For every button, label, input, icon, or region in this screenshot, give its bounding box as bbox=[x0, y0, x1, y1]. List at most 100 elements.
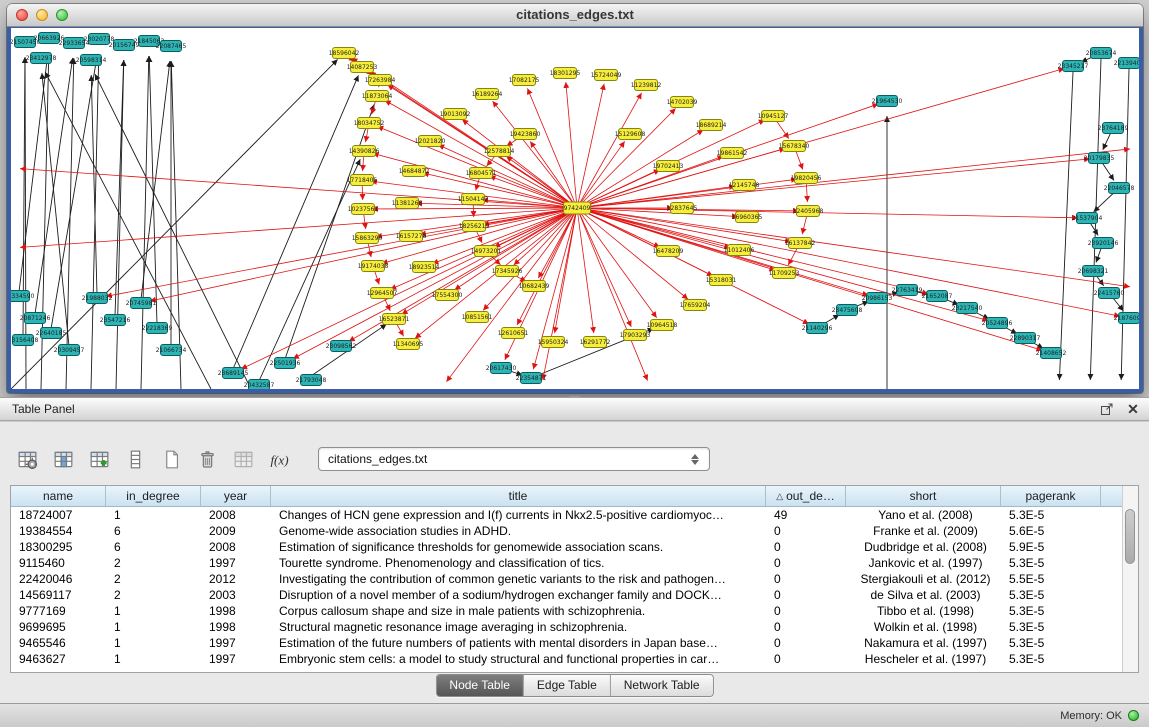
graph-node-yellow[interactable]: 17345926 bbox=[492, 266, 523, 277]
graph-edge-black[interactable] bbox=[66, 58, 74, 389]
graph-edge-red[interactable] bbox=[385, 100, 577, 208]
graph-edge-black[interactable] bbox=[116, 60, 124, 389]
table-selector-dropdown[interactable]: citations_edges.txt bbox=[318, 447, 710, 471]
graph-node-yellow[interactable]: 10964518 bbox=[647, 320, 678, 331]
graph-node-yellow[interactable]: 15678340 bbox=[779, 141, 810, 152]
new-table-icon[interactable] bbox=[158, 446, 185, 472]
graph-node-yellow[interactable]: 19820456 bbox=[791, 173, 822, 184]
table-row[interactable]: 1938455462009Genome-wide association stu… bbox=[11, 523, 1122, 539]
table-row[interactable]: 1830029562008Estimation of significance … bbox=[11, 539, 1122, 555]
table-settings-icon[interactable] bbox=[14, 446, 41, 472]
tab-edge-table[interactable]: Edge Table bbox=[523, 675, 610, 696]
graph-node-teal[interactable]: 22763419 bbox=[892, 285, 923, 296]
graph-node-teal[interactable]: 20698321 bbox=[1078, 266, 1109, 277]
graph-node-teal[interactable]: 22501936 bbox=[270, 358, 301, 369]
column-header-title[interactable]: title bbox=[271, 486, 766, 506]
graph-node-teal[interactable]: 20745981 bbox=[126, 298, 157, 309]
graph-node-teal[interactable]: 21964530 bbox=[872, 96, 903, 107]
graph-node-teal[interactable]: 20617430 bbox=[486, 363, 517, 374]
column-header-pagerank[interactable]: pagerank bbox=[1001, 486, 1101, 506]
table-row[interactable]: 1872400712008Changes of HCN gene express… bbox=[11, 507, 1122, 523]
function-builder-icon[interactable]: f(x) bbox=[266, 446, 293, 472]
graph-node-teal[interactable]: 20309457 bbox=[54, 345, 85, 356]
graph-edge-red[interactable] bbox=[566, 82, 577, 208]
graph-node-yellow[interactable]: 14087253 bbox=[347, 62, 378, 73]
graph-edge-black[interactable] bbox=[51, 54, 98, 329]
graph-node-yellow[interactable]: 18034752 bbox=[354, 118, 385, 129]
table-row[interactable]: 1456911722003Disruption of a novel membe… bbox=[11, 587, 1122, 603]
graph-node-yellow[interactable]: 18256219 bbox=[459, 221, 490, 232]
graph-edge-red[interactable] bbox=[150, 208, 577, 301]
graph-node-teal[interactable]: 22640185 bbox=[36, 328, 67, 339]
edit-column-icon[interactable] bbox=[86, 446, 113, 472]
graph-node-teal[interactable]: 22890317 bbox=[1010, 333, 1041, 344]
graph-node-teal[interactable]: 22218369 bbox=[142, 323, 173, 334]
graph-node-yellow[interactable]: 16189264 bbox=[472, 89, 503, 100]
graph-node-yellow[interactable]: 11381268 bbox=[392, 198, 423, 209]
graph-node-yellow[interactable]: 14684872 bbox=[399, 166, 430, 177]
graph-node-yellow[interactable]: 17263984 bbox=[365, 75, 396, 86]
column-header-year[interactable]: year bbox=[201, 486, 271, 506]
graph-node-teal[interactable]: 20432587 bbox=[244, 380, 275, 390]
graph-node-yellow[interactable]: 19013092 bbox=[440, 109, 471, 120]
graph-node-yellow[interactable]: 15724049 bbox=[591, 70, 622, 81]
table-row[interactable]: 969969511998Structural magnetic resonanc… bbox=[11, 619, 1122, 635]
graph-edge-red[interactable] bbox=[20, 208, 577, 247]
graph-node-yellow[interactable]: 12964507 bbox=[367, 288, 398, 299]
graph-node-teal[interactable]: 20179835 bbox=[1084, 153, 1115, 164]
graph-edge-red[interactable] bbox=[388, 85, 577, 208]
graph-node-yellow[interactable]: 11340695 bbox=[393, 339, 424, 350]
graph-edge-red[interactable] bbox=[577, 208, 988, 321]
graph-node-yellow[interactable]: 19702413 bbox=[653, 161, 684, 172]
graph-node-yellow[interactable]: 16478209 bbox=[653, 246, 684, 257]
graph-node-teal[interactable]: 20986153 bbox=[862, 293, 893, 304]
float-panel-icon[interactable] bbox=[1097, 400, 1117, 418]
graph-node-yellow[interactable]: 11504142 bbox=[458, 194, 489, 205]
graph-node-teal[interactable]: 23156408 bbox=[11, 335, 38, 346]
graph-node-teal[interactable]: 22046578 bbox=[1104, 183, 1135, 194]
graph-node-yellow[interactable]: 17554300 bbox=[432, 290, 463, 301]
graph-node-teal[interactable]: 20871246 bbox=[20, 313, 51, 324]
graph-node-yellow[interactable]: 14973201 bbox=[471, 246, 502, 257]
graph-node-teal[interactable]: 23217540 bbox=[952, 303, 983, 314]
graph-node-yellow[interactable]: 11012406 bbox=[724, 245, 755, 256]
show-columns-icon[interactable] bbox=[50, 446, 77, 472]
graph-edge-black[interactable] bbox=[115, 60, 124, 316]
table-scrollbar[interactable] bbox=[1122, 486, 1138, 672]
graph-node-yellow[interactable]: 11239812 bbox=[631, 80, 662, 91]
row-height-icon[interactable] bbox=[122, 446, 149, 472]
column-header-name[interactable]: name bbox=[11, 486, 106, 506]
graph-node-yellow[interactable]: 17082175 bbox=[509, 75, 540, 86]
close-panel-icon[interactable]: ✕ bbox=[1123, 400, 1143, 418]
graph-node-teal[interactable]: 23920146 bbox=[1088, 238, 1119, 249]
network-canvas[interactable]: 2150745020663926229336542302077820156749… bbox=[11, 28, 1139, 389]
table-row[interactable]: 946554611997Estimation of the future num… bbox=[11, 635, 1122, 651]
graph-node-yellow[interactable]: 15863290 bbox=[352, 233, 383, 244]
graph-node-yellow[interactable]: 12405968 bbox=[793, 206, 824, 217]
graph-node-teal[interactable]: 21988032 bbox=[82, 293, 113, 304]
table-row[interactable]: 977716911998Corpus callosum shape and si… bbox=[11, 603, 1122, 619]
graph-node-yellow[interactable]: 19423860 bbox=[510, 129, 541, 140]
graph-edge-red[interactable] bbox=[577, 93, 642, 208]
graph-node-yellow[interactable]: 18301295 bbox=[550, 68, 581, 79]
graph-node-yellow[interactable]: 19861542 bbox=[717, 148, 748, 159]
graph-node-yellow[interactable]: 15318031 bbox=[706, 275, 737, 286]
graph-node-teal[interactable]: 20853674 bbox=[1086, 48, 1117, 59]
graph-node-teal[interactable]: 21408652 bbox=[1036, 348, 1067, 359]
graph-node-teal[interactable]: 21066734 bbox=[156, 345, 187, 356]
graph-node-teal[interactable]: 21652087 bbox=[922, 291, 953, 302]
network-graph[interactable]: 2150745020663926229336542302077820156749… bbox=[11, 28, 1139, 389]
tab-node-table[interactable]: Node Table bbox=[436, 675, 523, 696]
graph-node-teal[interactable]: 21537904 bbox=[1072, 213, 1103, 224]
graph-node-yellow[interactable]: 14390826 bbox=[349, 146, 380, 157]
graph-edge-red[interactable] bbox=[577, 108, 676, 208]
graph-node-teal[interactable]: 22354871 bbox=[516, 373, 547, 384]
graph-node-yellow[interactable]: 12145748 bbox=[729, 180, 760, 191]
graph-node-yellow[interactable]: 12578814 bbox=[484, 146, 515, 157]
graph-edge-black[interactable] bbox=[11, 59, 338, 389]
tab-network-table[interactable]: Network Table bbox=[610, 675, 713, 696]
column-header-in_degree[interactable]: in_degree bbox=[106, 486, 201, 506]
graph-edge-red[interactable] bbox=[446, 208, 577, 382]
graph-node-teal[interactable]: 23689145 bbox=[218, 368, 249, 379]
graph-node-yellow[interactable]: 10945127 bbox=[758, 111, 789, 122]
